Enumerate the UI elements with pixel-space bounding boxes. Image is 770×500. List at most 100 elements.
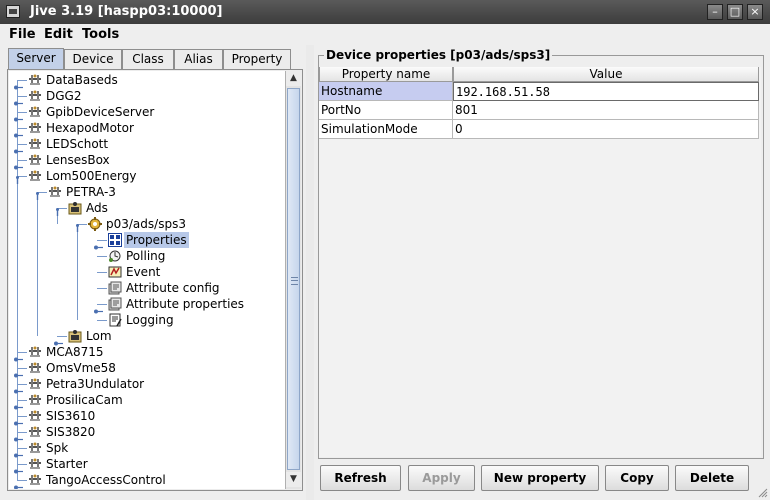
tree-collapsed-icon[interactable]: [14, 142, 23, 154]
tree-item[interactable]: GpibDeviceServer: [9, 104, 285, 122]
tree-collapsed-icon[interactable]: [14, 366, 23, 378]
refresh-button[interactable]: Refresh: [320, 465, 401, 491]
scroll-down-icon[interactable]: ▼: [286, 472, 301, 487]
tree-collapsed-icon[interactable]: [14, 94, 23, 106]
tree-collapsed-icon[interactable]: [14, 478, 23, 489]
tree-collapsed-icon[interactable]: [14, 110, 23, 122]
apply-button[interactable]: Apply: [408, 465, 475, 491]
tree-item[interactable]: DataBaseds: [9, 72, 285, 90]
tree-item-label: Event: [126, 265, 161, 279]
tree-item-label: OmsVme58: [46, 361, 116, 375]
tree-collapsed-icon[interactable]: [94, 238, 103, 250]
tree-collapsed-icon[interactable]: [14, 414, 23, 426]
tree-item-label: HexapodMotor: [46, 121, 134, 135]
tree-scrollbar[interactable]: ▲ ▼: [285, 71, 301, 489]
tree-item[interactable]: Properties: [9, 232, 285, 250]
property-value-cell[interactable]: 0: [453, 120, 759, 139]
tree-item[interactable]: Attribute config: [9, 280, 285, 296]
tree-item[interactable]: HexapodMotor: [9, 120, 285, 138]
window-title: Jive 3.19 [haspp03:10000]: [30, 4, 223, 19]
tree-item[interactable]: TangoAccessControl: [9, 472, 285, 489]
property-table[interactable]: Property name Value Hostname 192.168.51.…: [319, 67, 761, 457]
tree-item[interactable]: SIS3820: [9, 424, 285, 442]
tree-expanded-icon[interactable]: [74, 220, 80, 232]
minimize-icon[interactable]: –: [707, 4, 723, 20]
tree-item-label: Lom: [86, 329, 112, 343]
menu-edit[interactable]: Edit: [44, 27, 73, 42]
tab-property[interactable]: Property: [223, 49, 291, 69]
close-icon[interactable]: ×: [747, 4, 763, 20]
tree-item[interactable]: Ads: [9, 200, 285, 216]
tree-item[interactable]: Petra3Undulator: [9, 376, 285, 394]
tab-class[interactable]: Class: [122, 49, 174, 69]
tree-item-label: Petra3Undulator: [46, 377, 145, 391]
tree-item-label: Attribute properties: [126, 297, 245, 311]
tree-item[interactable]: SIS3610: [9, 408, 285, 426]
tree-collapsed-icon[interactable]: [14, 158, 23, 170]
property-name-cell[interactable]: SimulationMode: [319, 120, 453, 139]
scroll-up-icon[interactable]: ▲: [286, 71, 301, 86]
tree-collapsed-icon[interactable]: [14, 430, 23, 442]
tree-collapsed-icon[interactable]: [14, 126, 23, 138]
server-icon: [28, 137, 42, 151]
server-icon: [28, 393, 42, 407]
tree-collapsed-icon[interactable]: [54, 334, 63, 346]
tree-item[interactable]: Starter: [9, 456, 285, 474]
tab-device[interactable]: Device: [64, 49, 122, 69]
tree-item-label: DGG2: [46, 89, 82, 103]
tree-item[interactable]: LEDSchott: [9, 136, 285, 154]
tree-collapsed-icon[interactable]: [14, 398, 23, 410]
tree-item[interactable]: Event: [9, 264, 285, 280]
menu-file[interactable]: File: [9, 27, 36, 42]
tree-item[interactable]: PETRA-3: [9, 184, 285, 200]
tree-item[interactable]: Attribute properties: [9, 296, 285, 314]
tree-item[interactable]: Polling: [9, 248, 285, 264]
tree-collapsed-icon[interactable]: [94, 302, 103, 314]
menu-tools[interactable]: Tools: [82, 27, 119, 42]
tree-item[interactable]: LensesBox: [9, 152, 285, 170]
tree-collapsed-icon[interactable]: [14, 382, 23, 394]
server-icon: [28, 457, 42, 471]
tree-expanded-icon[interactable]: [34, 188, 40, 200]
tree-collapsed-icon[interactable]: [14, 350, 23, 362]
title-bar[interactable]: Jive 3.19 [haspp03:10000] – □ ×: [0, 0, 770, 24]
property-name-cell[interactable]: PortNo: [319, 101, 453, 120]
tree-item-label: SIS3820: [46, 425, 96, 439]
menu-bar: File Edit Tools: [0, 24, 770, 45]
tree-item[interactable]: p03/ads/sps3: [9, 216, 285, 232]
resize-grip-icon[interactable]: [758, 488, 768, 498]
tab-server[interactable]: Server: [8, 48, 64, 69]
scrollbar-thumb[interactable]: [287, 88, 300, 470]
property-value-editor[interactable]: 192.168.51.58: [453, 82, 759, 101]
tab-alias[interactable]: Alias: [174, 49, 223, 69]
column-header-property-name[interactable]: Property name: [319, 67, 453, 82]
tree-item[interactable]: Lom: [9, 328, 285, 346]
tree-item-label: Spk: [46, 441, 69, 455]
tree-item[interactable]: OmsVme58: [9, 360, 285, 378]
tree-expanded-icon[interactable]: [54, 204, 60, 216]
tree-item-label: Attribute config: [126, 281, 220, 295]
property-value-cell[interactable]: 801: [453, 101, 759, 120]
tree-item[interactable]: DGG2: [9, 88, 285, 106]
tree-item-label: TangoAccessControl: [46, 473, 166, 487]
property-name-cell[interactable]: Hostname: [319, 82, 453, 101]
tree-item[interactable]: MCA8715: [9, 344, 285, 362]
tree-collapsed-icon[interactable]: [14, 462, 23, 474]
properties-icon: [108, 233, 122, 247]
tree-item[interactable]: Lom500Energy: [9, 168, 285, 184]
panel-splitter[interactable]: [306, 45, 314, 500]
column-header-value[interactable]: Value: [453, 67, 759, 82]
maximize-icon[interactable]: □: [727, 4, 743, 20]
tree-collapsed-icon[interactable]: [14, 446, 23, 458]
tree-expanded-icon[interactable]: [14, 172, 20, 184]
delete-button[interactable]: Delete: [675, 465, 749, 491]
new-property-button[interactable]: New property: [481, 465, 599, 491]
tree-item[interactable]: ProsilicaCam: [9, 392, 285, 410]
server-icon: [28, 73, 42, 87]
server-tree[interactable]: DataBaseds DGG2 GpibDeviceServer HexapodMot…: [9, 71, 285, 489]
tree-item[interactable]: Logging: [9, 312, 285, 328]
tree-collapsed-icon[interactable]: [14, 78, 23, 90]
server-icon: [28, 473, 42, 487]
copy-button[interactable]: Copy: [605, 465, 669, 491]
tree-item[interactable]: Spk: [9, 440, 285, 458]
